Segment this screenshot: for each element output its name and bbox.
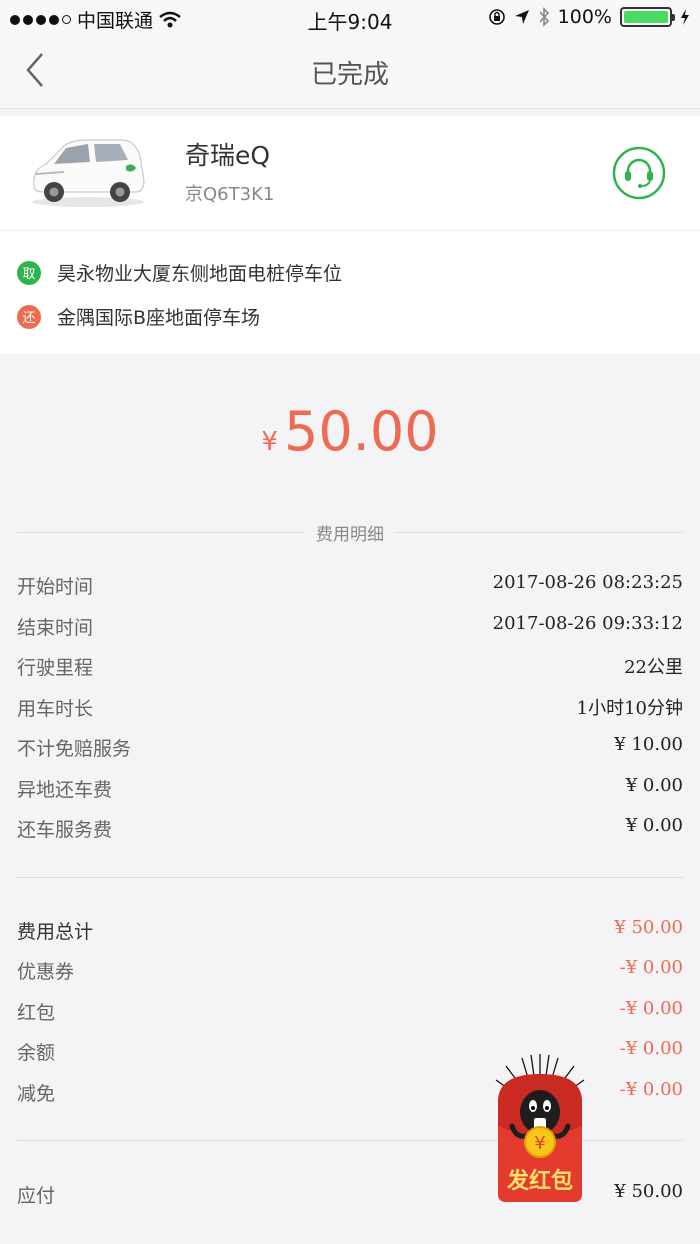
fee-value: 22公里 <box>624 657 683 678</box>
car-image <box>32 139 145 207</box>
car-card: 奇瑞eQ 京Q6T3K1 <box>0 116 700 231</box>
fee-detail-header: 费用明细 <box>17 520 683 545</box>
return-address: 金隅国际B座地面停车场 <box>57 307 261 329</box>
pickup-address: 昊永物业大厦东侧地面电桩停车位 <box>57 263 343 285</box>
fee-row: 开始时间 2017-08-26 08:23:25 <box>17 570 683 600</box>
battery-icon <box>620 7 675 27</box>
page-title: 已完成 <box>310 60 389 90</box>
fee-row: 行驶里程 22公里 <box>17 651 683 681</box>
summary-label: 费用总计 <box>17 921 94 943</box>
total-amount: ¥50.00 <box>0 400 700 463</box>
red-packet-button[interactable]: ¥ 发红包 <box>492 1052 588 1204</box>
car-plate: 京Q6T3K1 <box>185 184 275 205</box>
currency-symbol: ¥ <box>261 427 278 457</box>
rotation-lock-icon <box>488 9 505 25</box>
customer-service-icon[interactable] <box>612 146 666 200</box>
summary-row: 红包 -¥ 0.00 <box>17 996 683 1026</box>
fee-label: 结束时间 <box>17 617 94 639</box>
summary-label: 红包 <box>17 1002 56 1024</box>
amount-value: 50.00 <box>283 400 439 463</box>
summary-row-total: 费用总计 ¥ 50.00 <box>17 915 683 945</box>
fee-label: 还车服务费 <box>17 819 113 841</box>
fee-row: 不计免赔服务 ¥ 10.00 <box>17 732 683 762</box>
fee-label: 不计免赔服务 <box>17 738 132 760</box>
red-packet-label: 发红包 <box>506 1168 573 1194</box>
bluetooth-icon <box>539 7 549 27</box>
fee-label: 用车时长 <box>17 698 94 720</box>
fee-detail-title: 费用明细 <box>304 520 396 545</box>
payable-label: 应付 <box>17 1185 56 1207</box>
summary-row: 优惠券 -¥ 0.00 <box>17 955 683 985</box>
status-right: 100% <box>488 6 690 28</box>
fee-row: 用车时长 1小时10分钟 <box>17 692 683 722</box>
summary-label: 优惠券 <box>17 961 75 983</box>
summary-label: 余额 <box>17 1042 56 1064</box>
summary-value: ¥ 50.00 <box>614 917 683 938</box>
battery-percent: 100% <box>557 6 612 28</box>
fee-row: 异地还车费 ¥ 0.00 <box>17 773 683 803</box>
location-arrow-icon <box>514 10 529 24</box>
fee-label: 异地还车费 <box>17 779 113 801</box>
summary-label: 减免 <box>17 1083 56 1105</box>
return-badge: 还 <box>17 304 41 329</box>
divider <box>17 877 683 878</box>
fee-value: 1小时10分钟 <box>576 698 683 719</box>
summary-value: -¥ 0.00 <box>619 957 683 978</box>
payable-value: ¥ 50.00 <box>614 1181 683 1202</box>
summary-value: -¥ 0.00 <box>619 1038 683 1059</box>
fee-value: ¥ 10.00 <box>614 734 683 755</box>
pickup-location: 取 昊永物业大厦东侧地面电桩停车位 <box>17 259 342 286</box>
fee-value: 2017-08-26 09:33:12 <box>492 613 683 634</box>
return-location: 还 金隅国际B座地面停车场 <box>17 303 260 330</box>
fee-value: 2017-08-26 08:23:25 <box>492 572 683 593</box>
charging-icon <box>681 9 689 25</box>
nav-bar: 已完成 <box>0 36 700 109</box>
fee-row: 还车服务费 ¥ 0.00 <box>17 813 683 843</box>
summary-value: -¥ 0.00 <box>619 998 683 1019</box>
fee-row: 结束时间 2017-08-26 09:33:12 <box>17 611 683 641</box>
fee-value: ¥ 0.00 <box>625 775 683 796</box>
car-name: 奇瑞eQ <box>185 141 271 170</box>
fee-value: ¥ 0.00 <box>625 815 683 836</box>
fee-label: 行驶里程 <box>17 657 94 679</box>
summary-value: -¥ 0.00 <box>619 1079 683 1100</box>
pickup-badge: 取 <box>17 260 41 285</box>
fee-label: 开始时间 <box>17 576 94 598</box>
red-packet-coin: ¥ <box>534 1133 545 1154</box>
status-bar: 中国联通 上午9:04 100% <box>0 0 700 36</box>
locations-panel: 取 昊永物业大厦东侧地面电桩停车位 还 金隅国际B座地面停车场 <box>0 231 700 354</box>
